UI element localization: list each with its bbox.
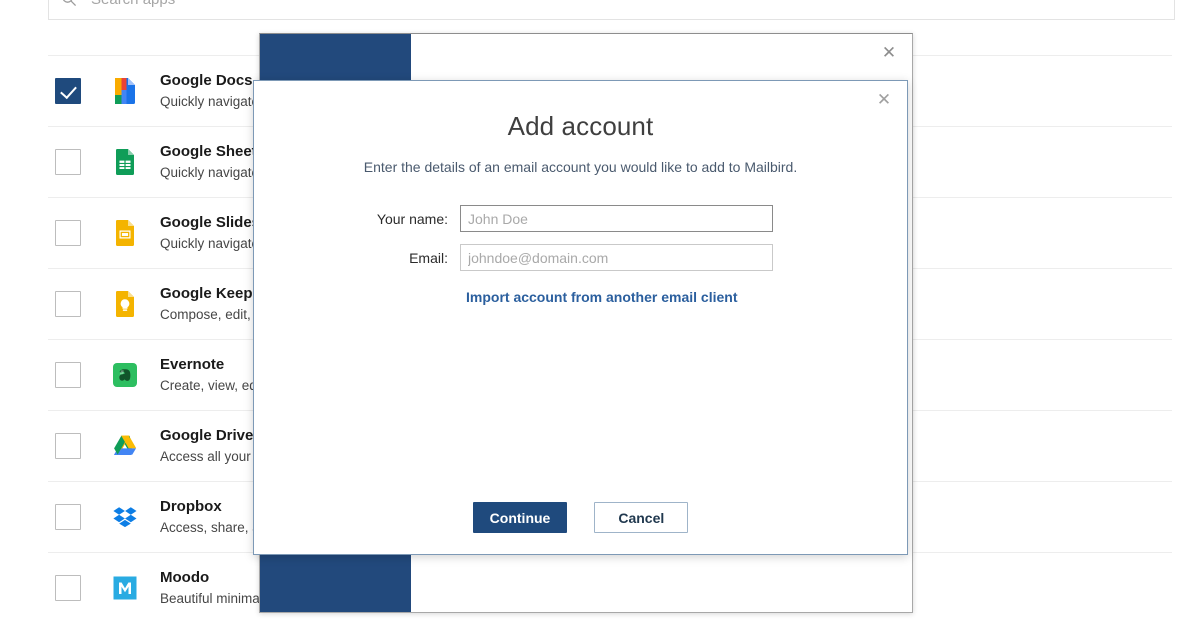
add-account-dialog: ✕ Add account Enter the details of an em… (253, 80, 908, 555)
dropbox-icon (111, 503, 139, 531)
google-docs-icon (111, 77, 139, 105)
google-sheets-icon (111, 148, 139, 176)
google-drive-icon (111, 432, 139, 460)
moodo-icon (111, 574, 139, 602)
search-input[interactable] (91, 0, 1162, 8)
background-window-close-icon[interactable]: ✕ (875, 39, 903, 65)
your-name-label: Your name: (254, 211, 460, 227)
google-slides-icon (111, 219, 139, 247)
dialog-subtitle: Enter the details of an email account yo… (254, 159, 907, 175)
email-label: Email: (254, 250, 460, 266)
app-checkbox[interactable] (55, 220, 81, 246)
app-checkbox[interactable] (55, 291, 81, 317)
your-name-input[interactable] (460, 205, 773, 232)
search-icon (61, 0, 77, 7)
evernote-icon (111, 361, 139, 389)
cancel-button[interactable]: Cancel (594, 502, 688, 533)
app-checkbox[interactable] (55, 433, 81, 459)
email-input[interactable] (460, 244, 773, 271)
your-name-row: Your name: (254, 205, 907, 232)
close-icon[interactable]: ✕ (870, 86, 898, 112)
app-checkbox[interactable] (55, 78, 81, 104)
app-root: Google DocsQuickly navigate to yGoogle S… (0, 0, 1200, 621)
app-checkbox[interactable] (55, 504, 81, 530)
search-apps-box[interactable] (48, 0, 1175, 20)
dialog-title: Add account (254, 111, 907, 142)
continue-button[interactable]: Continue (473, 502, 568, 533)
app-checkbox[interactable] (55, 575, 81, 601)
dialog-actions: Continue Cancel (254, 502, 907, 533)
google-keep-icon (111, 290, 139, 318)
app-checkbox[interactable] (55, 362, 81, 388)
add-account-form: Your name: Email: Import account from an… (254, 205, 907, 307)
import-account-link[interactable]: Import account from another email client (466, 289, 738, 305)
email-row: Email: (254, 244, 907, 271)
app-checkbox[interactable] (55, 149, 81, 175)
